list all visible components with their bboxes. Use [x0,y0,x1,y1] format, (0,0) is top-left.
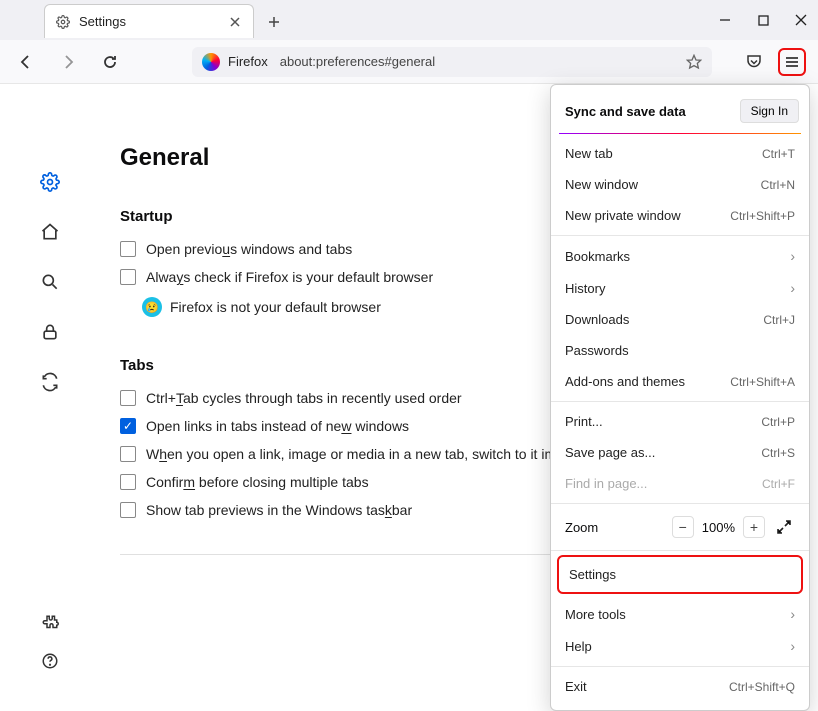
back-button[interactable] [12,48,40,76]
sync-row: Sync and save data Sign In [551,93,809,133]
chevron-right-icon: › [790,606,795,622]
checkbox-label: Always check if Firefox is your default … [146,269,433,285]
gear-icon [55,14,71,30]
nav-toolbar: Firefox about:preferences#general [0,40,818,84]
url-identity-label: Firefox [228,54,268,69]
menu-settings[interactable]: Settings [557,555,803,594]
url-bar[interactable]: Firefox about:preferences#general [192,47,712,77]
checkbox-label: Open previous windows and tabs [146,241,352,257]
menu-find-in-page[interactable]: Find in page...Ctrl+F [551,468,809,499]
menu-bookmarks[interactable]: Bookmarks› [551,240,809,272]
bookmark-star-icon[interactable] [686,54,702,70]
fullscreen-button[interactable] [773,516,795,538]
sidebar-sync[interactable] [36,368,64,396]
close-window-button[interactable] [794,13,808,27]
checkbox-label: Confirm before closing multiple tabs [146,474,369,490]
zoom-out-button[interactable]: − [672,516,694,538]
chevron-right-icon: › [790,280,795,296]
maximize-button[interactable] [756,13,770,27]
tab-title: Settings [79,14,219,29]
chevron-right-icon: › [790,638,795,654]
checkbox-icon[interactable] [120,418,136,434]
checkbox-label: Show tab previews in the Windows taskbar [146,502,412,518]
window-controls [718,0,808,40]
checkbox-icon[interactable] [120,502,136,518]
sync-title: Sync and save data [565,104,686,119]
app-menu-button[interactable] [778,48,806,76]
menu-downloads[interactable]: DownloadsCtrl+J [551,304,809,335]
sidebar-home[interactable] [36,218,64,246]
browser-tab[interactable]: Settings [44,4,254,38]
firefox-logo-icon [202,53,220,71]
sidebar-help[interactable] [36,647,64,675]
sign-in-button[interactable]: Sign In [740,99,799,123]
zoom-in-button[interactable]: + [743,516,765,538]
minimize-button[interactable] [718,13,732,27]
sad-face-icon: 😢 [142,297,162,317]
checkbox-icon[interactable] [120,241,136,257]
zoom-label: Zoom [565,520,664,535]
sidebar-privacy[interactable] [36,318,64,346]
tab-close-button[interactable] [227,14,243,30]
sidebar-search[interactable] [36,268,64,296]
gradient-divider [559,133,801,134]
chevron-right-icon: › [790,248,795,264]
titlebar: Settings [0,0,818,40]
checkbox-label: Ctrl+Tab cycles through tabs in recently… [146,390,462,406]
menu-save-as[interactable]: Save page as...Ctrl+S [551,437,809,468]
menu-print[interactable]: Print...Ctrl+P [551,406,809,437]
reload-button[interactable] [96,48,124,76]
zoom-row: Zoom − 100% + [551,508,809,546]
zoom-value: 100% [702,520,735,535]
app-menu-panel: Sync and save data Sign In New tabCtrl+T… [550,84,810,711]
checkbox-icon[interactable] [120,269,136,285]
url-text: about:preferences#general [280,54,435,69]
menu-addons[interactable]: Add-ons and themesCtrl+Shift+A [551,366,809,397]
menu-history[interactable]: History› [551,272,809,304]
preferences-sidebar [0,84,100,689]
checkbox-icon[interactable] [120,390,136,406]
menu-exit[interactable]: ExitCtrl+Shift+Q [551,671,809,702]
checkbox-label: When you open a link, image or media in … [146,446,616,462]
menu-new-window[interactable]: New windowCtrl+N [551,169,809,200]
pocket-button[interactable] [740,48,768,76]
status-text: Firefox is not your default browser [170,299,381,315]
sidebar-general[interactable] [36,168,64,196]
menu-more-tools[interactable]: More tools› [551,598,809,630]
checkbox-label: Open links in tabs instead of new window… [146,418,409,434]
forward-button[interactable] [54,48,82,76]
checkbox-icon[interactable] [120,446,136,462]
new-tab-button[interactable] [262,10,286,34]
checkbox-icon[interactable] [120,474,136,490]
menu-help[interactable]: Help› [551,630,809,662]
menu-new-private-window[interactable]: New private windowCtrl+Shift+P [551,200,809,231]
sidebar-extensions[interactable] [36,609,64,637]
menu-new-tab[interactable]: New tabCtrl+T [551,138,809,169]
menu-passwords[interactable]: Passwords [551,335,809,366]
